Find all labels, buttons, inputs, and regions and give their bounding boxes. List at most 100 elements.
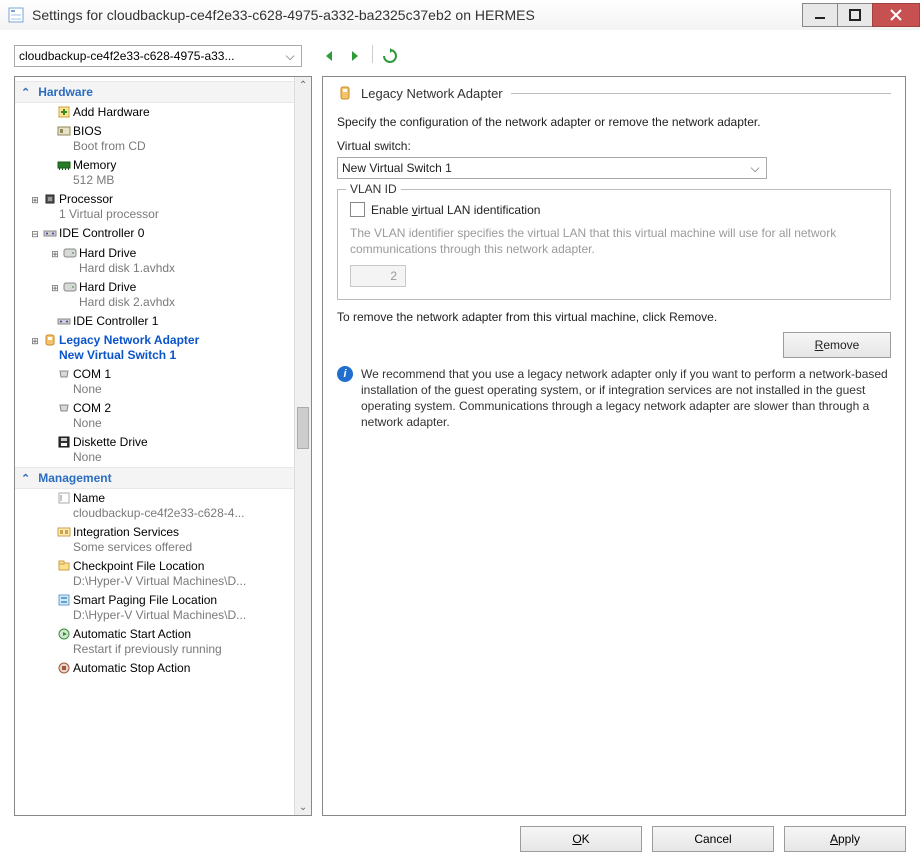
- virtual-switch-value: New Virtual Switch 1: [342, 161, 748, 175]
- vlan-id-input: 2: [350, 265, 406, 287]
- tree-label: BIOS: [73, 124, 290, 139]
- collapse-icon[interactable]: ⊟: [29, 227, 41, 242]
- tree-label: Legacy Network Adapter: [59, 333, 290, 348]
- hard-drive-icon: [61, 280, 79, 294]
- scroll-up-icon[interactable]: ⌃: [295, 77, 311, 93]
- ide-controller-icon: [55, 314, 73, 328]
- dialog-buttons: OK Cancel Apply: [14, 826, 906, 852]
- expand-icon[interactable]: ⊞: [49, 281, 61, 296]
- nav-back-button[interactable]: [318, 45, 340, 67]
- vlan-enable-label: Enable virtual LAN identification: [371, 203, 540, 217]
- info-icon: i: [337, 366, 353, 382]
- tree-label: IDE Controller 1: [73, 314, 290, 329]
- tree-add-hardware[interactable]: Add Hardware: [15, 103, 294, 122]
- tree-sub: Some services offered: [73, 540, 290, 555]
- maximize-button[interactable]: [837, 3, 873, 27]
- scroll-thumb[interactable]: [297, 407, 309, 449]
- tree-memory[interactable]: Memory512 MB: [15, 156, 294, 190]
- tree-sub: None: [73, 382, 290, 397]
- add-hardware-icon: [55, 105, 73, 119]
- collapse-icon: ⌃: [21, 86, 30, 99]
- apply-button[interactable]: Apply: [784, 826, 906, 852]
- window-title: Settings for cloudbackup-ce4f2e33-c628-4…: [32, 7, 803, 23]
- app-icon: [8, 7, 24, 23]
- com-port-icon: [55, 367, 73, 381]
- tree-com2[interactable]: COM 2None: [15, 399, 294, 433]
- tree-sub: 512 MB: [73, 173, 290, 188]
- tree-label: Processor: [59, 192, 290, 207]
- tree-label: Checkpoint File Location: [73, 559, 290, 574]
- chevron-down-icon: ⌵: [748, 161, 762, 176]
- tree-processor[interactable]: ⊞ Processor1 Virtual processor: [15, 190, 294, 224]
- tree-ide1[interactable]: IDE Controller 1: [15, 312, 294, 331]
- tree-label: COM 1: [73, 367, 290, 382]
- tree-sub: None: [73, 450, 290, 465]
- ok-button[interactable]: OK: [520, 826, 642, 852]
- memory-icon: [55, 158, 73, 172]
- vlan-help-text: The VLAN identifier specifies the virtua…: [350, 225, 878, 257]
- tree-scrollbar[interactable]: ⌃ ⌄: [294, 77, 311, 815]
- tree-sub: None: [73, 416, 290, 431]
- tree-com1[interactable]: COM 1None: [15, 365, 294, 399]
- tree-label: Integration Services: [73, 525, 290, 540]
- virtual-switch-label: Virtual switch:: [337, 139, 891, 153]
- diskette-icon: [55, 435, 73, 449]
- detail-description: Specify the configuration of the network…: [337, 115, 891, 129]
- auto-start-icon: [55, 627, 73, 641]
- scroll-down-icon[interactable]: ⌄: [295, 799, 311, 815]
- tree-checkpoint-location[interactable]: Checkpoint File LocationD:\Hyper-V Virtu…: [15, 557, 294, 591]
- tree-label: Automatic Stop Action: [73, 661, 290, 676]
- tree-ide0[interactable]: ⊟ IDE Controller 0: [15, 224, 294, 244]
- tree-integration-services[interactable]: Integration ServicesSome services offere…: [15, 523, 294, 557]
- settings-tree: ⌃ Hardware Add Hardware BIOSBoot from CD: [14, 76, 312, 816]
- tree-diskette[interactable]: Diskette DriveNone: [15, 433, 294, 467]
- tree-label: Name: [73, 491, 290, 506]
- tree-legacy-network-adapter[interactable]: ⊞ Legacy Network AdapterNew Virtual Swit…: [15, 331, 294, 365]
- tree-auto-stop[interactable]: Automatic Stop Action: [15, 659, 294, 678]
- tree-sub: D:\Hyper-V Virtual Machines\D...: [73, 574, 290, 589]
- bios-icon: [55, 124, 73, 138]
- vlan-enable-checkbox[interactable]: [350, 202, 365, 217]
- com-port-icon: [55, 401, 73, 415]
- tree-label: Automatic Start Action: [73, 627, 290, 642]
- tree-label: IDE Controller 0: [59, 226, 290, 241]
- processor-icon: [41, 192, 59, 206]
- section-hardware[interactable]: ⌃ Hardware: [15, 81, 294, 103]
- close-button[interactable]: [872, 3, 920, 27]
- tree-auto-start[interactable]: Automatic Start ActionRestart if previou…: [15, 625, 294, 659]
- tree-sub: 1 Virtual processor: [59, 207, 290, 222]
- section-management[interactable]: ⌃ Management: [15, 467, 294, 489]
- vlan-fieldset: VLAN ID Enable virtual LAN identificatio…: [337, 189, 891, 300]
- tree-hdd2[interactable]: ⊞ Hard DriveHard disk 2.avhdx: [15, 278, 294, 312]
- minimize-button[interactable]: [802, 3, 838, 27]
- network-adapter-icon: [41, 333, 59, 347]
- expand-icon[interactable]: ⊞: [49, 247, 61, 262]
- checkpoint-icon: [55, 559, 73, 573]
- tree-sub: Restart if previously running: [73, 642, 290, 657]
- tree-smart-paging[interactable]: Smart Paging File LocationD:\Hyper-V Vir…: [15, 591, 294, 625]
- tree-label: Hard Drive: [79, 280, 290, 295]
- section-management-label: Management: [38, 471, 111, 485]
- detail-title: Legacy Network Adapter: [361, 86, 503, 101]
- tree-label: Smart Paging File Location: [73, 593, 290, 608]
- header-rule: [511, 93, 891, 94]
- virtual-switch-select[interactable]: New Virtual Switch 1 ⌵: [337, 157, 767, 179]
- tree-label: Hard Drive: [79, 246, 290, 261]
- hard-drive-icon: [61, 246, 79, 260]
- section-hardware-label: Hardware: [38, 85, 93, 99]
- vm-selector[interactable]: cloudbackup-ce4f2e33-c628-4975-a33... ⌵: [14, 45, 302, 67]
- vm-selector-value: cloudbackup-ce4f2e33-c628-4975-a33...: [19, 49, 283, 63]
- nav-forward-button[interactable]: [344, 45, 366, 67]
- integration-icon: [55, 525, 73, 539]
- refresh-button[interactable]: [379, 45, 401, 67]
- expand-icon[interactable]: ⊞: [29, 334, 41, 349]
- tree-bios[interactable]: BIOSBoot from CD: [15, 122, 294, 156]
- name-icon: [55, 491, 73, 505]
- auto-stop-icon: [55, 661, 73, 675]
- tree-name[interactable]: Namecloudbackup-ce4f2e33-c628-4...: [15, 489, 294, 523]
- expand-icon[interactable]: ⊞: [29, 193, 41, 208]
- tree-hdd1[interactable]: ⊞ Hard DriveHard disk 1.avhdx: [15, 244, 294, 278]
- titlebar: Settings for cloudbackup-ce4f2e33-c628-4…: [0, 0, 920, 31]
- remove-button[interactable]: Remove: [783, 332, 891, 358]
- cancel-button[interactable]: Cancel: [652, 826, 774, 852]
